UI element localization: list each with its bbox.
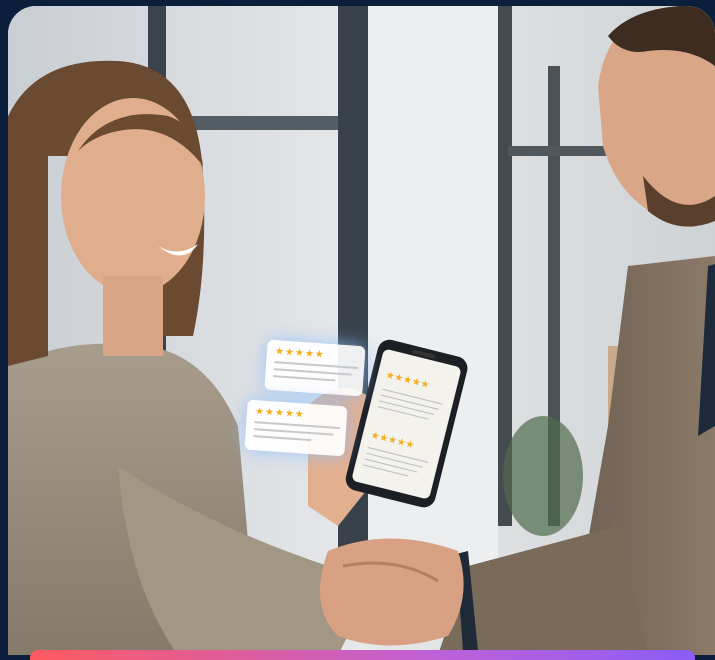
rating-stars: ★★★★★ (254, 406, 306, 421)
review-card: ★★★★★ (264, 339, 366, 397)
plant (503, 416, 583, 536)
handshake (320, 538, 464, 646)
handshake-photo: ★★★★★ ★★★★★ (8, 6, 715, 655)
accent-bar (30, 650, 695, 660)
review-card: ★★★★★ (244, 399, 348, 457)
window-frame (188, 116, 338, 130)
photo-frame: ★★★★★ ★★★★★ ★★★★★ ★★★★★ (8, 6, 715, 655)
rating-stars: ★★★★★ (274, 346, 326, 361)
